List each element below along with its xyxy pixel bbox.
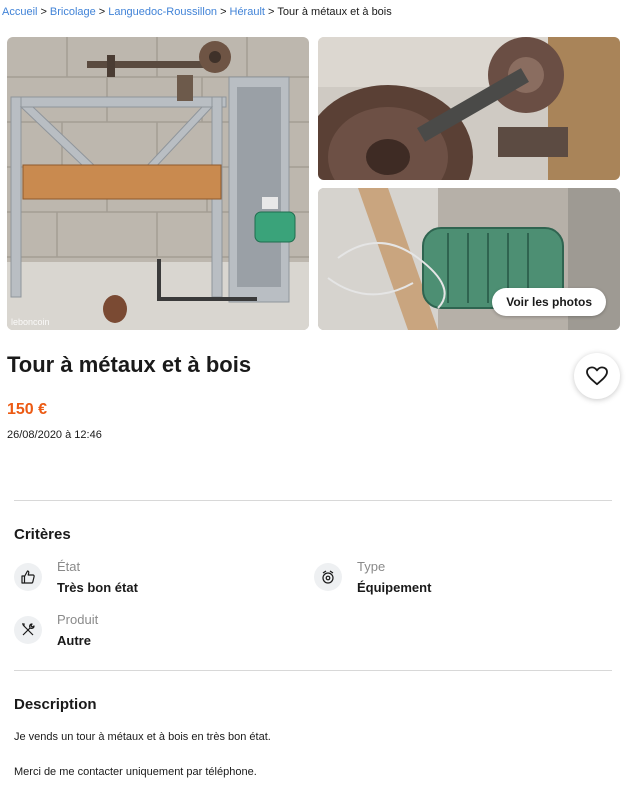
breadcrumb-link-accueil[interactable]: Accueil — [2, 6, 37, 18]
breadcrumb-separator: > — [40, 6, 47, 18]
equipment-icon — [314, 563, 342, 591]
criteria-value-produit: Autre — [57, 633, 91, 648]
divider — [14, 500, 612, 501]
secondary-photo-top[interactable] — [318, 37, 620, 180]
breadcrumb-link-bricolage[interactable]: Bricolage — [50, 6, 96, 18]
criteria-label-produit: Produit — [57, 612, 99, 627]
breadcrumb-link-region[interactable]: Languedoc-Roussillon — [108, 6, 217, 18]
tools-icon — [14, 616, 42, 644]
criteria-value-etat: Très bon état — [57, 580, 138, 595]
listing-price: 150 € — [7, 401, 48, 418]
description-text: Je vends un tour à métaux et à bois en t… — [14, 731, 271, 743]
breadcrumb-separator: > — [267, 6, 275, 18]
breadcrumb-separator: > — [220, 6, 227, 18]
listing-title: Tour à métaux et à bois — [7, 352, 252, 377]
criteria-value-type: Équipement — [357, 580, 432, 595]
breadcrumb-separator: > — [98, 6, 106, 18]
lathe-photo-image — [7, 37, 309, 330]
heart-icon — [586, 366, 608, 386]
criteria-heading: Critères — [14, 526, 71, 543]
breadcrumb-link-department[interactable]: Hérault — [230, 6, 265, 18]
favorite-button[interactable] — [574, 353, 620, 399]
description-text: Merci de me contacter uniquement par tél… — [14, 766, 257, 778]
pulley-photo-image — [318, 37, 620, 180]
view-photos-button[interactable]: Voir les photos — [492, 288, 606, 316]
secondary-photo-bottom[interactable]: Voir les photos — [318, 188, 620, 330]
thumbs-up-icon — [14, 563, 42, 591]
breadcrumb-current: Tour à métaux et à bois — [277, 6, 392, 18]
breadcrumb: Accueil > Bricolage > Languedoc-Roussillon > H… — [2, 6, 392, 18]
main-photo[interactable]: leboncoin — [7, 37, 309, 330]
photo-watermark: leboncoin — [11, 317, 50, 327]
criteria-label-etat: État — [57, 559, 81, 574]
divider — [14, 670, 612, 671]
criteria-label-type: Type — [357, 559, 386, 574]
listing-date: 26/08/2020 à 12:46 — [7, 429, 102, 441]
description-heading: Description — [14, 696, 97, 713]
